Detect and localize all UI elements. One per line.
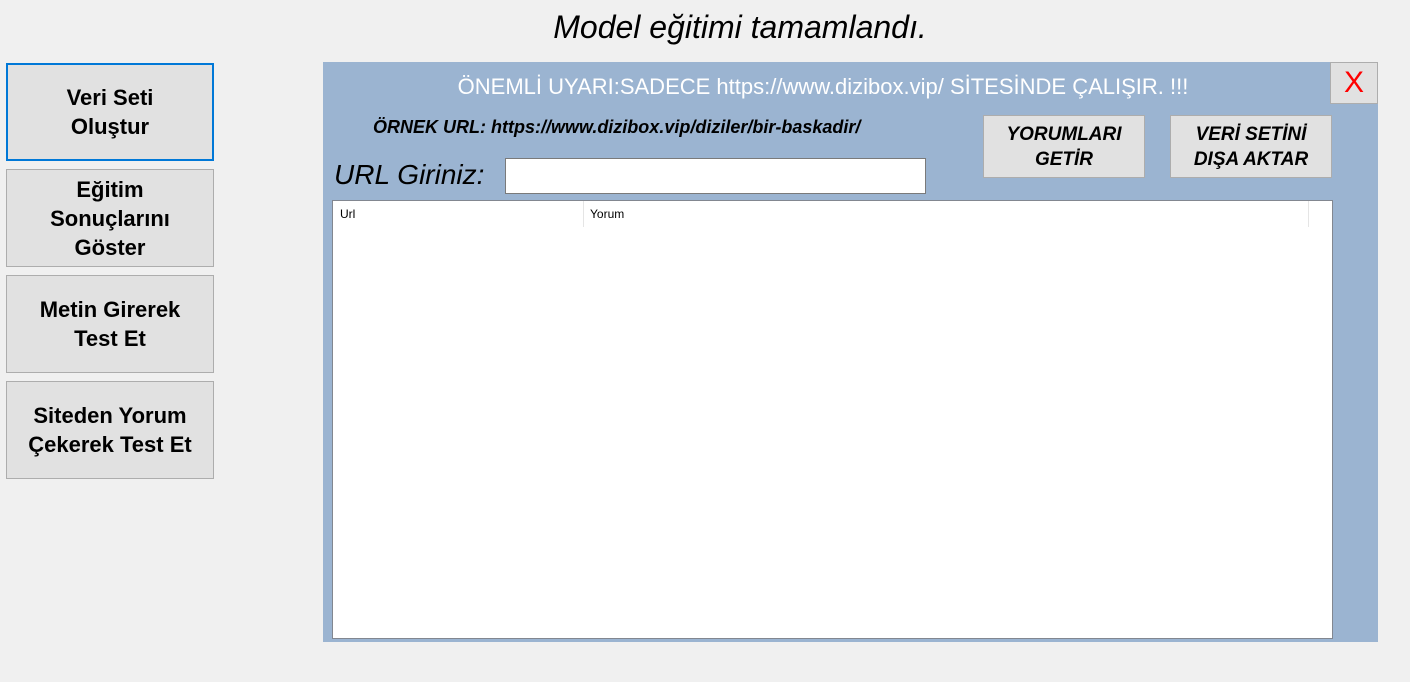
status-title: Model eğitimi tamamlandı. — [553, 9, 927, 45]
warning-text: ÖNEMLİ UYARI:SADECE https://www.dizibox.… — [457, 74, 1189, 99]
fetch-comments-label: YORUMLARI GETİR — [1006, 123, 1122, 170]
comments-list-view[interactable]: Url Yorum — [332, 200, 1333, 639]
example-url-text: ÖRNEK URL: https://www.dizibox.vip/dizil… — [373, 117, 861, 137]
comment-fetch-panel: ÖNEMLİ UYARI:SADECE https://www.dizibox.… — [323, 62, 1378, 642]
column-header-filler — [1309, 201, 1332, 227]
show-training-results-label: Eğitim Sonuçlarını Göster — [50, 176, 170, 260]
column-header-url[interactable]: Url — [333, 201, 584, 227]
create-dataset-label: Veri Seti Oluştur — [66, 85, 154, 139]
test-with-site-comments-button[interactable]: Siteden Yorum Çekerek Test Et — [6, 381, 214, 479]
url-input[interactable] — [505, 158, 926, 194]
create-dataset-button[interactable]: Veri Seti Oluştur — [6, 63, 214, 161]
show-training-results-button[interactable]: Eğitim Sonuçlarını Göster — [6, 169, 214, 267]
export-dataset-button[interactable]: VERİ SETİNİ DIŞA AKTAR — [1170, 115, 1332, 178]
app-window: Model eğitimi tamamlandı. Veri Seti Oluş… — [0, 0, 1410, 682]
list-header: Url Yorum — [333, 201, 1332, 227]
fetch-comments-button[interactable]: YORUMLARI GETİR — [983, 115, 1145, 178]
test-with-text-button[interactable]: Metin Girerek Test Et — [6, 275, 214, 373]
close-panel-button[interactable]: X — [1330, 62, 1378, 104]
test-with-site-comments-label: Siteden Yorum Çekerek Test Et — [28, 403, 192, 457]
test-with-text-label: Metin Girerek Test Et — [39, 297, 181, 351]
url-label: URL Giriniz: — [334, 159, 485, 190]
column-header-yorum[interactable]: Yorum — [584, 201, 1309, 227]
export-dataset-label: VERİ SETİNİ DIŞA AKTAR — [1193, 123, 1309, 170]
